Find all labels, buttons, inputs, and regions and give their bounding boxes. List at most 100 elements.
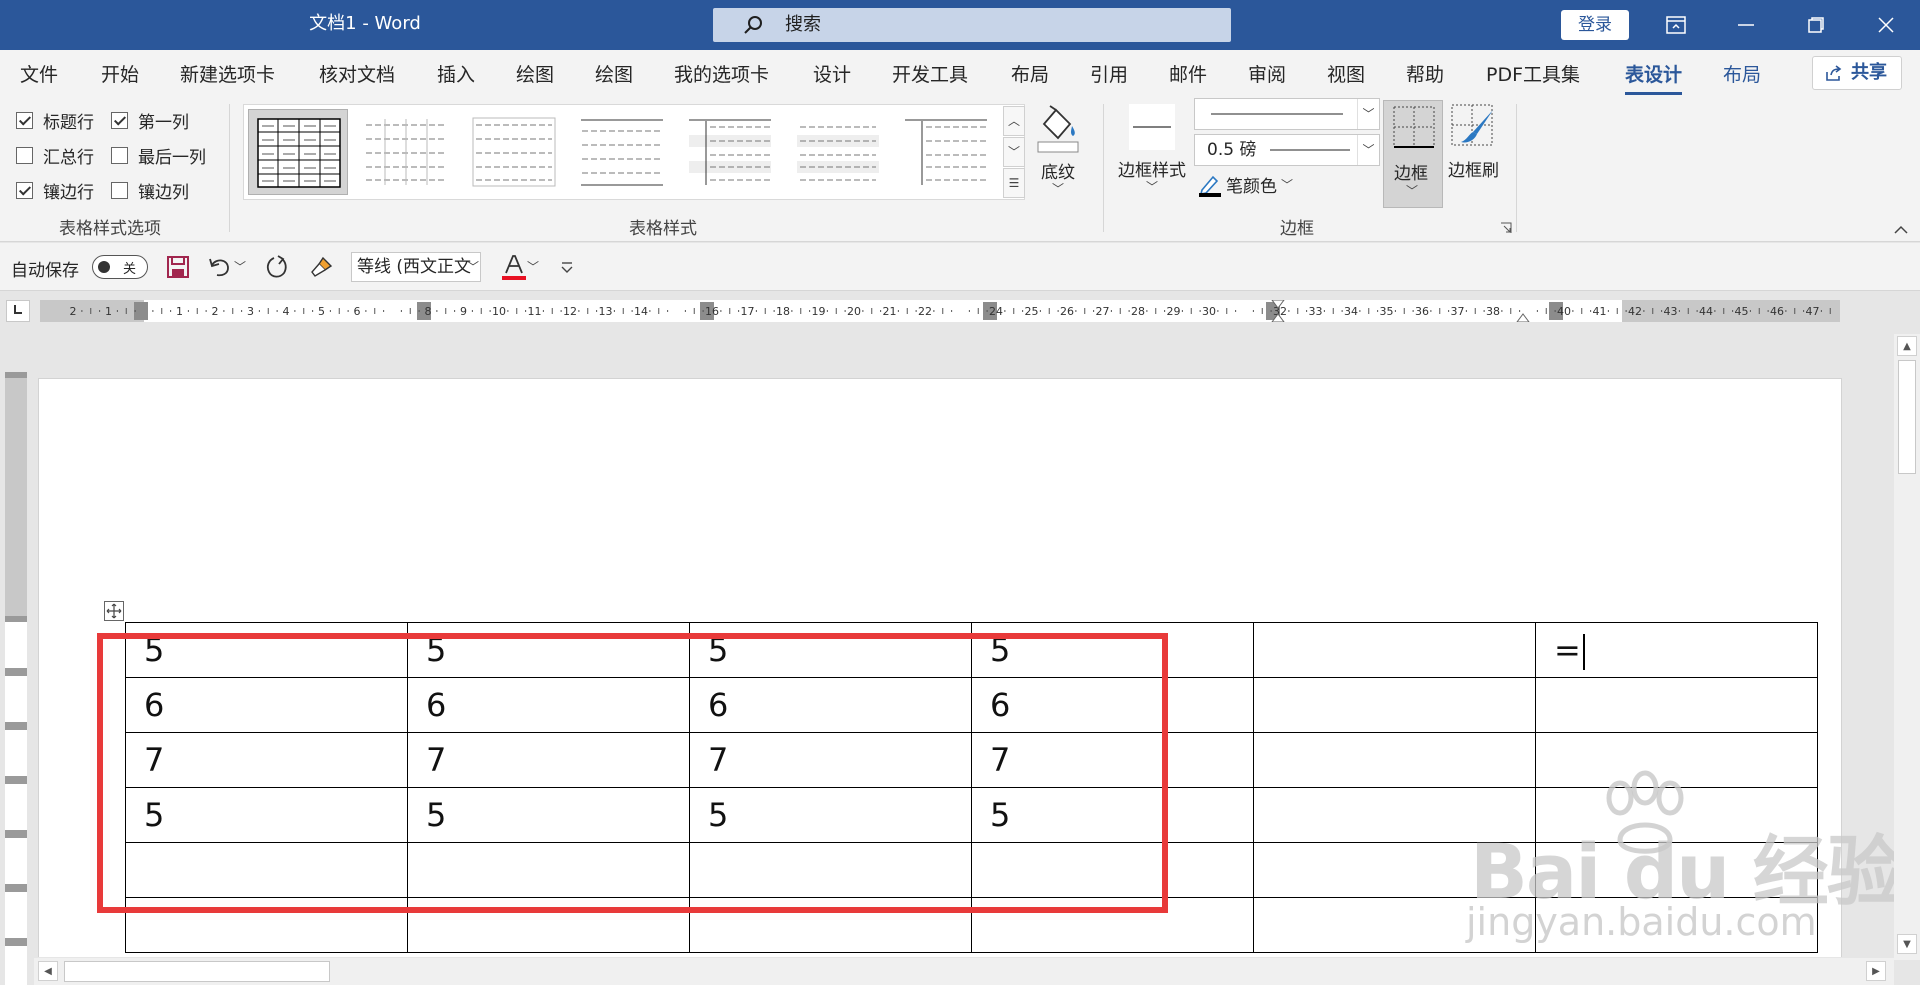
horizontal-ruler[interactable]: 2 1 1 2 3 4 5 6 8 9 10 11 12 13 14 16 17 18 19 20 21 22 24 25 26… xyxy=(40,300,1840,322)
line-style-dropdown[interactable]: ﹀ xyxy=(1194,98,1380,130)
table-cell[interactable]: 7 xyxy=(689,732,972,788)
borders-button[interactable]: 边框 ﹀ xyxy=(1383,100,1443,208)
header-row-checkbox[interactable]: 标题行 xyxy=(16,108,94,133)
restore-button[interactable] xyxy=(1796,8,1836,42)
dialog-launcher-icon[interactable] xyxy=(1500,222,1512,234)
table-cell[interactable] xyxy=(1535,677,1818,733)
table-cell[interactable]: 6 xyxy=(125,677,408,733)
close-button[interactable] xyxy=(1866,8,1906,42)
table-cell[interactable] xyxy=(1253,897,1536,953)
table-cell[interactable]: 6 xyxy=(971,677,1254,733)
table-cell[interactable]: 7 xyxy=(125,732,408,788)
table-cell[interactable] xyxy=(689,897,972,953)
table-cell[interactable] xyxy=(1535,897,1818,953)
table-cell[interactable] xyxy=(1253,787,1536,843)
format-painter-button[interactable] xyxy=(307,253,337,281)
font-name-select[interactable]: 等线 (西文正文 xyxy=(351,252,481,282)
table-style-plain-3[interactable] xyxy=(572,109,672,195)
table-cell[interactable]: 5 xyxy=(689,622,972,678)
tab-help[interactable]: 帮助 xyxy=(1406,60,1444,87)
collapse-ribbon-icon[interactable] xyxy=(1893,224,1909,234)
login-button[interactable]: 登录 xyxy=(1561,10,1629,40)
ribbon-display-options-button[interactable] xyxy=(1656,8,1696,42)
tab-draw-2[interactable]: 绘图 xyxy=(595,60,633,87)
table-cell[interactable]: 5 xyxy=(125,622,408,678)
save-button[interactable] xyxy=(163,253,193,281)
document-page[interactable]: 5 5 5 5 = 6 6 6 6 7 7 7 7 5 5 5 5 xyxy=(38,378,1842,957)
scrollbar-thumb[interactable] xyxy=(64,961,330,982)
table-cell[interactable] xyxy=(1253,732,1536,788)
tab-layout[interactable]: 布局 xyxy=(1011,60,1049,87)
tab-new-tab[interactable]: 新建选项卡 xyxy=(180,60,275,87)
search-input[interactable]: 搜索 xyxy=(713,8,1231,42)
tab-draw-1[interactable]: 绘图 xyxy=(516,60,554,87)
table-cell[interactable] xyxy=(971,897,1254,953)
table-cell[interactable] xyxy=(971,842,1254,898)
table-cell[interactable]: 5 xyxy=(407,787,690,843)
table-cell[interactable]: 6 xyxy=(689,677,972,733)
scroll-up-arrow[interactable]: ▲ xyxy=(1897,336,1917,356)
tab-review[interactable]: 审阅 xyxy=(1248,60,1286,87)
table-style-plain-2[interactable] xyxy=(464,109,564,195)
tab-home[interactable]: 开始 xyxy=(101,60,139,87)
tab-file[interactable]: 文件 xyxy=(20,60,58,87)
table-cell[interactable] xyxy=(1535,732,1818,788)
scroll-down-arrow[interactable]: ▼ xyxy=(1897,934,1917,954)
banded-columns-checkbox[interactable]: 镶边列 xyxy=(111,178,189,203)
table-style-plain-1[interactable] xyxy=(356,109,456,195)
ruler-column-marker[interactable] xyxy=(134,302,148,320)
total-row-checkbox[interactable]: 汇总行 xyxy=(16,143,94,168)
formula-cell[interactable]: = xyxy=(1535,622,1818,678)
gallery-scroll-down[interactable]: ﹀ xyxy=(1003,137,1025,167)
tab-my-tab[interactable]: 我的选项卡 xyxy=(674,60,769,87)
redo-button[interactable] xyxy=(262,253,292,281)
tab-table-layout[interactable]: 布局 xyxy=(1723,60,1761,87)
border-painter-button[interactable]: 边框刷 xyxy=(1448,102,1499,181)
table-cell[interactable]: 5 xyxy=(971,787,1254,843)
table-cell[interactable]: 7 xyxy=(971,732,1254,788)
table-cell[interactable]: 5 xyxy=(689,787,972,843)
table-cell[interactable] xyxy=(1253,677,1536,733)
table-style-grid[interactable] xyxy=(248,109,348,195)
table-style-plain-6[interactable] xyxy=(896,109,996,195)
tab-pdf-tools[interactable]: PDF工具集 xyxy=(1486,60,1580,87)
shading-button[interactable]: 底纹 ﹀ xyxy=(1034,102,1082,195)
table-cell[interactable] xyxy=(1253,622,1536,678)
border-styles-button[interactable]: 边框样式 ﹀ xyxy=(1118,102,1186,193)
table-cell[interactable] xyxy=(125,897,408,953)
undo-button[interactable]: ﹀ xyxy=(207,253,247,281)
banded-rows-checkbox[interactable]: 镶边行 xyxy=(16,178,94,203)
table-cell[interactable]: 5 xyxy=(407,622,690,678)
tab-references[interactable]: 引用 xyxy=(1090,60,1128,87)
table-cell[interactable] xyxy=(125,842,408,898)
pen-color-button[interactable]: 笔颜色 ﹀ xyxy=(1198,172,1293,197)
tab-mailings[interactable]: 邮件 xyxy=(1169,60,1207,87)
tab-proofread[interactable]: 核对文档 xyxy=(319,60,395,87)
table-cell[interactable] xyxy=(407,842,690,898)
scroll-right-arrow[interactable]: ▶ xyxy=(1866,961,1886,981)
gallery-scroll-up[interactable]: ︿ xyxy=(1003,106,1025,136)
vertical-ruler[interactable] xyxy=(5,372,27,985)
table-cell[interactable] xyxy=(1535,787,1818,843)
table-cell[interactable]: 5 xyxy=(971,622,1254,678)
table-style-plain-5[interactable] xyxy=(788,109,888,195)
font-color-button[interactable]: ﹀ xyxy=(495,253,545,281)
tab-table-design[interactable]: 表设计 xyxy=(1625,60,1683,95)
vertical-scrollbar[interactable]: ▲ ▼ xyxy=(1894,334,1920,960)
tab-insert[interactable]: 插入 xyxy=(437,60,475,87)
table-cell[interactable]: 6 xyxy=(407,677,690,733)
tab-design[interactable]: 设计 xyxy=(813,60,851,87)
table-style-plain-4[interactable] xyxy=(680,109,780,195)
first-column-checkbox[interactable]: 第一列 xyxy=(111,108,189,133)
tab-developer[interactable]: 开发工具 xyxy=(892,60,968,87)
tab-selector-button[interactable] xyxy=(6,300,30,322)
tab-view[interactable]: 视图 xyxy=(1327,60,1365,87)
table-cell[interactable]: 5 xyxy=(125,787,408,843)
scrollbar-thumb[interactable] xyxy=(1898,360,1916,474)
table-cell[interactable] xyxy=(407,897,690,953)
horizontal-scrollbar[interactable]: ◀ ▶ xyxy=(34,958,1894,985)
table-cell[interactable]: 7 xyxy=(407,732,690,788)
share-button[interactable]: 共享 xyxy=(1812,56,1902,90)
table-cell[interactable] xyxy=(1253,842,1536,898)
table-cell[interactable] xyxy=(1535,842,1818,898)
